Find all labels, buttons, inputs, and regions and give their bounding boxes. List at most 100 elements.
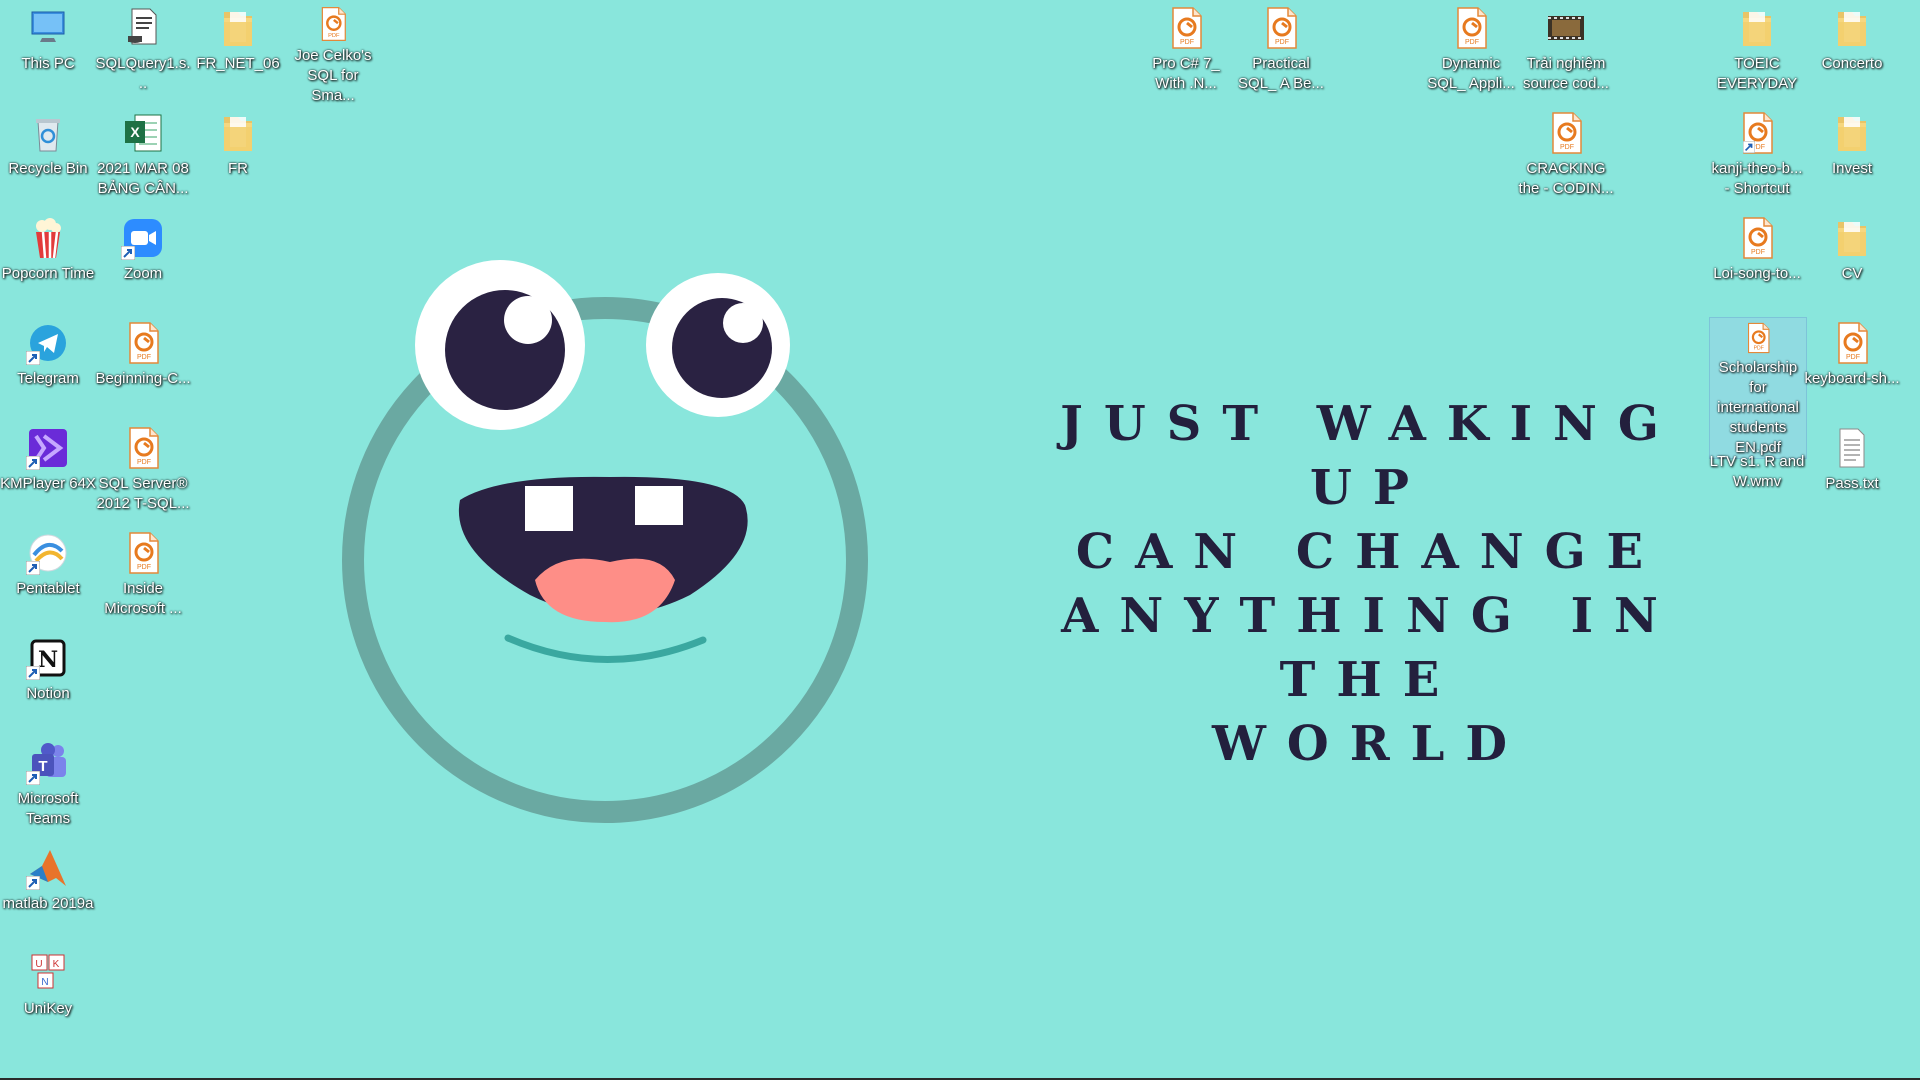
popcorn-icon [36, 218, 61, 259]
icon-label: CRACKING the - CODIN... [1518, 160, 1614, 197]
folder-icon [1830, 6, 1874, 50]
desktop-icon-kmplayer[interactable]: KMPlayer 64X [0, 422, 96, 526]
desktop-icon-scholarship[interactable]: Scholarship for international students E… [1709, 317, 1807, 459]
folder-icon [216, 111, 260, 155]
desktop[interactable]: JUST WAKING UP CAN CHANGE ANYTHING IN TH… [0, 0, 1920, 1080]
svg-text:U: U [35, 959, 42, 970]
desktop-icon-cv[interactable]: CV [1804, 212, 1900, 316]
quote-line-2: CAN CHANGE [1075, 524, 1665, 580]
desktop-icon-kanji-shortcut[interactable]: kanji-theo-b... - Shortcut [1709, 107, 1805, 211]
desktop-icon-sql-server-2012[interactable]: SQL Server® 2012 T-SQL... [95, 422, 191, 526]
icon-label: Recycle Bin [8, 160, 88, 177]
desktop-icon-fr-net-06[interactable]: FR_NET_06 [190, 2, 286, 106]
icon-label: Practical SQL_ A Be... [1238, 55, 1324, 92]
icon-label: UniKey [23, 1000, 73, 1017]
desktop-icon-inside-microsoft[interactable]: Inside Microsoft ... [95, 527, 191, 631]
computer-icon [31, 11, 65, 42]
icon-label: CV [1841, 265, 1863, 282]
notion-icon: N [26, 639, 66, 680]
pdf-icon [1164, 6, 1208, 50]
desktop-icon-notion[interactable]: N Notion [0, 632, 96, 736]
matlab-icon [26, 850, 66, 890]
desktop-icon-pass-txt[interactable]: Pass.txt [1804, 422, 1900, 526]
pdf-icon [1259, 6, 1303, 50]
quote-line-4: WORLD [1212, 716, 1528, 772]
icon-label: Joe Celko's SQL for Sma... [294, 47, 372, 104]
desktop-icon-cracking[interactable]: CRACKING the - CODIN... [1518, 107, 1614, 211]
icon-label: Zoom [123, 265, 163, 282]
icon-label: Inside Microsoft ... [104, 580, 182, 617]
desktop-icon-trai-nghiem[interactable]: Trải nghiệm source cod... [1518, 2, 1614, 106]
desktop-icon-fr[interactable]: FR [190, 107, 286, 211]
icon-label: Popcorn Time [1, 265, 95, 282]
desktop-icon-practical-sql[interactable]: Practical SQL_ A Be... [1233, 2, 1329, 106]
icon-label: keyboard-sh... [1804, 370, 1900, 387]
text-file-icon [1839, 428, 1865, 468]
desktop-icon-telegram[interactable]: Telegram [0, 317, 96, 421]
pdf-icon [1544, 111, 1588, 155]
quote-line-3: ANYTHING IN THE [1061, 588, 1679, 708]
recycle-bin-icon [36, 119, 60, 152]
wallpaper-quote: JUST WAKING UP CAN CHANGE ANYTHING IN TH… [1000, 392, 1740, 776]
telegram-icon [26, 325, 66, 365]
desktop-icon-joe-celko[interactable]: Joe Celko's SQL for Sma... [285, 2, 381, 106]
icon-label: Microsoft Teams [17, 790, 79, 827]
desktop-icon-invest[interactable]: Invest [1804, 107, 1900, 211]
desktop-icon-unikey[interactable]: U K N UniKey [0, 947, 96, 1051]
svg-text:X: X [130, 124, 140, 140]
desktop-icon-keyboard[interactable]: keyboard-sh... [1804, 317, 1900, 421]
folder-icon [1735, 6, 1779, 50]
icon-label: FR_NET_06 [196, 55, 280, 72]
desktop-icon-beginning-c[interactable]: Beginning-C... [95, 317, 191, 421]
pdf-icon [1735, 216, 1779, 260]
pdf-icon [1449, 6, 1493, 50]
desktop-icon-loi-song[interactable]: Loi-song-to... [1709, 212, 1805, 316]
pdf-icon [311, 6, 355, 42]
icon-label: Notion [26, 685, 70, 702]
icon-label: Pentablet [16, 580, 80, 597]
pdf-icon [121, 531, 165, 575]
desktop-icon-concerto[interactable]: Concerto [1804, 2, 1900, 106]
icon-label: Telegram [17, 370, 79, 387]
icon-label: Dynamic SQL_ Appli... [1427, 55, 1515, 92]
desktop-icon-excel-2021[interactable]: X 2021 MAR 08 BẢNG CÂN... [95, 107, 191, 211]
desktop-icon-ltv-video[interactable]: LTV s1. R and W.wmv [1709, 448, 1805, 508]
pdf-icon [1830, 321, 1874, 365]
desktop-icon-pentablet[interactable]: Pentablet [0, 527, 96, 631]
excel-icon: X [125, 114, 162, 152]
icon-label: matlab 2019a [2, 895, 94, 912]
icon-label: Invest [1831, 160, 1873, 177]
desktop-icon-zoom[interactable]: Zoom [95, 212, 191, 316]
folder-icon [1830, 216, 1874, 260]
pdf-icon [121, 426, 165, 470]
kmplayer-icon [26, 429, 67, 470]
smiley-face-wallpaper [342, 260, 868, 823]
desktop-icon-recycle-bin[interactable]: Recycle Bin [0, 107, 96, 211]
quote-line-1: JUST WAKING UP [1060, 396, 1680, 516]
icon-label: TOEIC EVERYDAY [1716, 55, 1798, 92]
icon-label: 2021 MAR 08 BẢNG CÂN... [97, 160, 189, 197]
icon-label: This PC [21, 55, 75, 72]
desktop-icon-popcorn-time[interactable]: Popcorn Time [0, 212, 96, 316]
icon-label: Loi-song-to... [1713, 265, 1801, 282]
icon-label: SQLQuery1.s... [95, 55, 191, 92]
icon-label: Pro C# 7_ With .N... [1152, 55, 1220, 92]
desktop-icon-pro-csharp[interactable]: Pro C# 7_ With .N... [1138, 2, 1234, 106]
icon-label: FR [228, 160, 248, 177]
svg-text:N: N [41, 977, 48, 988]
icon-label: Scholarship for international students E… [1717, 359, 1799, 456]
desktop-icon-toeic[interactable]: TOEIC EVERYDAY [1709, 2, 1805, 106]
pdf-icon [1736, 322, 1780, 354]
desktop-icon-this-pc[interactable]: This PC [0, 2, 96, 106]
pdf-icon [1735, 111, 1779, 155]
icon-label: kanji-theo-b... - Shortcut [1711, 160, 1803, 197]
pdf-icon [121, 321, 165, 365]
folder-icon [1830, 111, 1874, 155]
icon-label: Beginning-C... [95, 370, 191, 387]
desktop-icon-dynamic-sql[interactable]: Dynamic SQL_ Appli... [1423, 2, 1519, 106]
desktop-icon-microsoft-teams[interactable]: T Microsoft Teams [0, 737, 96, 841]
zoom-icon [121, 219, 162, 260]
desktop-icon-sqlquery[interactable]: SQLQuery1.s... [95, 2, 191, 106]
desktop-icon-matlab[interactable]: matlab 2019a [0, 842, 96, 946]
folder-icon [216, 6, 260, 50]
